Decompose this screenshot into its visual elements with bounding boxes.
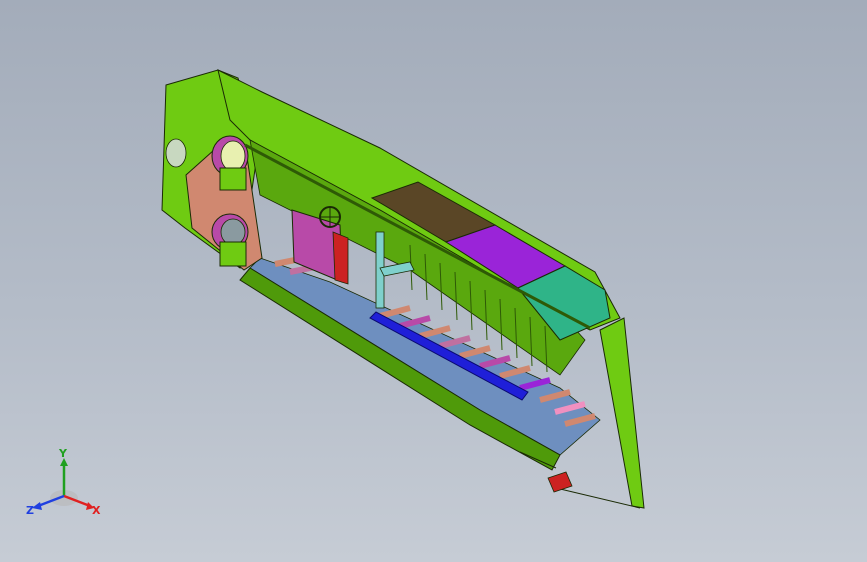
support-bracket [379,261,415,277]
cabinet-red [332,231,349,285]
z-axis-label: Z [26,504,34,517]
cad-model[interactable] [0,0,867,562]
front-door[interactable] [599,317,645,509]
rear-latch-upper[interactable] [219,167,247,191]
rear-lamp [165,138,187,168]
axis-triad: Y X Z [22,447,106,526]
front-bracket [547,471,573,493]
rear-latch-lower[interactable] [219,241,247,267]
x-axis-label: X [92,504,101,517]
3d-viewport[interactable]: Y X Z [0,0,867,562]
y-axis-label: Y [58,448,68,460]
